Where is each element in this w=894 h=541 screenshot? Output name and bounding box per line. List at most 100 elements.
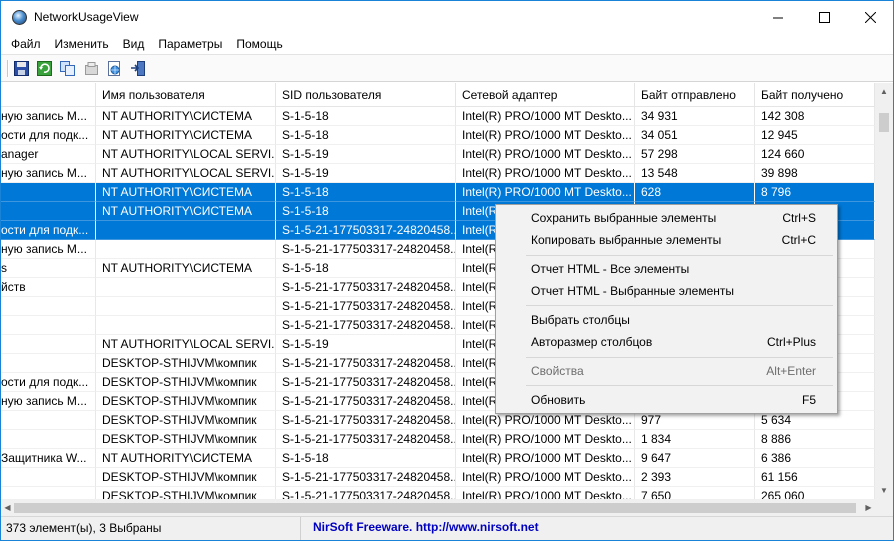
cell-user-name bbox=[96, 240, 276, 259]
table-row[interactable]: ости для подк... NT AUTHORITY\СИСТЕМА S-1-… bbox=[1, 126, 875, 145]
vertical-scrollbar[interactable]: ▲ ▼ bbox=[875, 83, 893, 499]
scroll-right-arrow-icon[interactable]: ▶ bbox=[862, 499, 875, 516]
horizontal-scrollbar[interactable]: ◀ ▶ bbox=[1, 499, 875, 516]
column-header-bytes-sent[interactable]: Байт отправлено bbox=[635, 83, 755, 107]
cell-user-sid: S-1-5-21-177503317-24820458... bbox=[276, 392, 456, 411]
cell-user-name: NT AUTHORITY\LOCAL SERVI... bbox=[96, 164, 276, 183]
cell-bytes-sent: 57 298 bbox=[635, 145, 755, 164]
cell-user-name: NT AUTHORITY\СИСТЕМА bbox=[96, 202, 276, 221]
cell-user-sid: S-1-5-18 bbox=[276, 449, 456, 468]
cell-bytes-sent: 34 051 bbox=[635, 126, 755, 145]
properties-icon[interactable] bbox=[83, 60, 100, 77]
cell-user-name: DESKTOP-STHIJVM\компик bbox=[96, 392, 276, 411]
cell-user-name: NT AUTHORITY\LOCAL SERVI... bbox=[96, 145, 276, 164]
cell-bytes-sent: 9 647 bbox=[635, 449, 755, 468]
table-row[interactable]: anager NT AUTHORITY\LOCAL SERVI... S-1-5-1… bbox=[1, 145, 875, 164]
cell-user-name: DESKTOP-STHIJVM\компик bbox=[96, 430, 276, 449]
close-button[interactable] bbox=[847, 1, 893, 34]
save-icon[interactable] bbox=[13, 60, 30, 77]
app-icon bbox=[12, 10, 27, 25]
cell-user-sid: S-1-5-21-177503317-24820458... bbox=[276, 468, 456, 487]
scroll-up-arrow-icon[interactable]: ▲ bbox=[875, 83, 893, 100]
cell-user-sid: S-1-5-21-177503317-24820458... bbox=[276, 487, 456, 499]
cell-user-sid: S-1-5-18 bbox=[276, 126, 456, 145]
html-report-icon[interactable] bbox=[106, 60, 123, 77]
cell-app: ости для подк... bbox=[1, 126, 96, 145]
context-menu-item-refresh[interactable]: Обновить F5 bbox=[498, 389, 835, 411]
refresh-icon[interactable] bbox=[36, 60, 53, 77]
table-row[interactable]: DESKTOP-STHIJVM\компик S-1-5-21-177503317… bbox=[1, 468, 875, 487]
cell-user-name: DESKTOP-STHIJVM\компик bbox=[96, 487, 276, 499]
cell-bytes-received: 61 156 bbox=[755, 468, 875, 487]
column-header-app[interactable] bbox=[1, 83, 96, 107]
context-menu-separator bbox=[526, 305, 833, 306]
context-menu-item-copy-selected[interactable]: Копировать выбранные элементы Ctrl+C bbox=[498, 229, 835, 251]
minimize-button[interactable] bbox=[755, 1, 801, 34]
scroll-down-arrow-icon[interactable]: ▼ bbox=[875, 482, 893, 499]
table-row[interactable]: DESKTOP-STHIJVM\компик S-1-5-21-177503317… bbox=[1, 487, 875, 499]
close-icon bbox=[864, 12, 876, 23]
context-menu-shortcut: Ctrl+S bbox=[782, 211, 816, 225]
context-menu-item-auto-size-columns[interactable]: Авторазмер столбцов Ctrl+Plus bbox=[498, 331, 835, 353]
scroll-left-arrow-icon[interactable]: ◀ bbox=[1, 499, 14, 516]
context-menu-item-choose-columns[interactable]: Выбрать столбцы bbox=[498, 309, 835, 331]
app-window: NetworkUsageView Файл Изменить Вид Парам… bbox=[0, 0, 894, 541]
cell-adapter: Intel(R) PRO/1000 MT Deskto... bbox=[456, 145, 635, 164]
cell-bytes-received: 8 886 bbox=[755, 430, 875, 449]
scrollbar-corner bbox=[875, 499, 893, 516]
cell-bytes-received: 39 898 bbox=[755, 164, 875, 183]
vertical-scroll-thumb[interactable] bbox=[879, 113, 889, 132]
cell-user-sid: S-1-5-18 bbox=[276, 183, 456, 202]
cell-user-sid: S-1-5-19 bbox=[276, 164, 456, 183]
menu-options[interactable]: Параметры bbox=[151, 34, 229, 54]
cell-user-name: DESKTOP-STHIJVM\компик bbox=[96, 468, 276, 487]
context-menu-item-save-selected[interactable]: Сохранить выбранные элементы Ctrl+S bbox=[498, 207, 835, 229]
cell-user-sid: S-1-5-21-177503317-24820458... bbox=[276, 221, 456, 240]
cell-user-sid: S-1-5-21-177503317-24820458... bbox=[276, 278, 456, 297]
minimize-icon bbox=[772, 17, 783, 19]
table-row[interactable]: ную запись М... NT AUTHORITY\СИСТЕМА S-1-5… bbox=[1, 107, 875, 126]
cell-adapter: Intel(R) PRO/1000 MT Deskto... bbox=[456, 107, 635, 126]
horizontal-scroll-thumb[interactable] bbox=[14, 503, 856, 513]
table-row[interactable]: DESKTOP-STHIJVM\компик S-1-5-21-177503317… bbox=[1, 430, 875, 449]
cell-user-sid: S-1-5-21-177503317-24820458... bbox=[276, 354, 456, 373]
window-title: NetworkUsageView bbox=[34, 10, 139, 24]
context-menu-label: Копировать выбранные элементы bbox=[531, 233, 722, 247]
cell-bytes-received: 8 796 bbox=[755, 183, 875, 202]
exit-icon[interactable] bbox=[130, 60, 147, 77]
cell-app bbox=[1, 202, 96, 221]
cell-app bbox=[1, 297, 96, 316]
cell-adapter: Intel(R) PRO/1000 MT Deskto... bbox=[456, 430, 635, 449]
cell-app bbox=[1, 430, 96, 449]
table-row[interactable]: ную запись М... NT AUTHORITY\LOCAL SERVI.… bbox=[1, 164, 875, 183]
menu-view[interactable]: Вид bbox=[116, 34, 152, 54]
context-menu-item-html-all[interactable]: Отчет HTML - Все элементы bbox=[498, 258, 835, 280]
copy-icon[interactable] bbox=[59, 60, 76, 77]
column-header-adapter[interactable]: Сетевой адаптер bbox=[456, 83, 635, 107]
context-menu-label: Авторазмер столбцов bbox=[531, 335, 653, 349]
cell-user-sid: S-1-5-18 bbox=[276, 202, 456, 221]
column-header-user-sid[interactable]: SID пользователя bbox=[276, 83, 456, 107]
table-row[interactable]: NT AUTHORITY\СИСТЕМА S-1-5-18 Intel(R) PRO… bbox=[1, 183, 875, 202]
cell-user-sid: S-1-5-21-177503317-24820458... bbox=[276, 411, 456, 430]
table-row[interactable]: Защитника W... NT AUTHORITY\СИСТЕМА S-1-5-… bbox=[1, 449, 875, 468]
column-header-user-name[interactable]: Имя пользователя bbox=[96, 83, 276, 107]
menu-help[interactable]: Помощь bbox=[229, 34, 289, 54]
nirsoft-link[interactable]: NirSoft Freeware. http://www.nirsoft.net bbox=[313, 517, 539, 540]
cell-user-name: NT AUTHORITY\СИСТЕМА bbox=[96, 449, 276, 468]
cell-bytes-sent: 2 393 bbox=[635, 468, 755, 487]
cell-user-name bbox=[96, 297, 276, 316]
cell-app bbox=[1, 468, 96, 487]
cell-adapter: Intel(R) PRO/1000 MT Deskto... bbox=[456, 126, 635, 145]
menu-edit[interactable]: Изменить bbox=[48, 34, 116, 54]
context-menu-item-html-selected[interactable]: Отчет HTML - Выбранные элементы bbox=[498, 280, 835, 302]
cell-app bbox=[1, 183, 96, 202]
menu-file[interactable]: Файл bbox=[1, 34, 48, 54]
cell-bytes-sent: 628 bbox=[635, 183, 755, 202]
maximize-button[interactable] bbox=[801, 1, 847, 34]
title-bar[interactable]: NetworkUsageView bbox=[1, 1, 893, 34]
cell-user-name: DESKTOP-STHIJVM\компик bbox=[96, 354, 276, 373]
context-menu-label: Сохранить выбранные элементы bbox=[531, 211, 717, 225]
cell-bytes-sent: 34 931 bbox=[635, 107, 755, 126]
column-header-bytes-received[interactable]: Байт получено bbox=[755, 83, 875, 107]
